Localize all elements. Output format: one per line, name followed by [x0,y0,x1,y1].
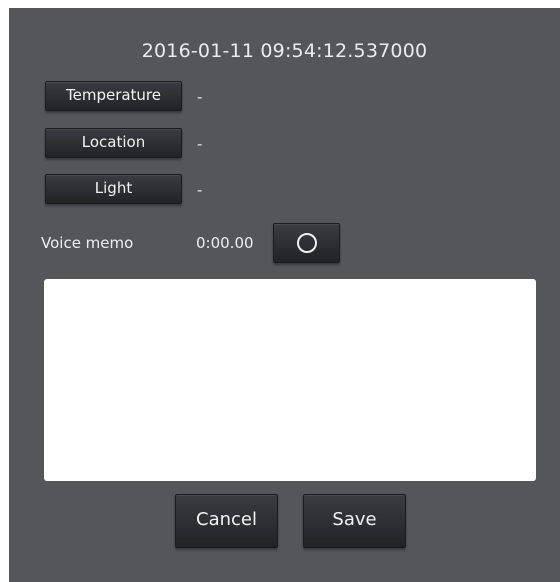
voice-memo-label: Voice memo [41,234,134,252]
light-button[interactable]: Light [45,174,182,204]
timestamp-title: 2016-01-11 09:54:12.537000 [141,40,428,62]
save-button[interactable]: Save [303,494,406,548]
location-value: - [197,135,203,153]
record-button[interactable] [273,223,340,263]
cancel-button[interactable]: Cancel [175,494,278,548]
record-circle-icon [296,233,317,253]
memo-text-area[interactable] [44,279,536,481]
light-value: - [197,181,203,199]
entry-dialog: 2016-01-11 09:54:12.537000 Temperature -… [9,8,560,582]
temperature-value: - [197,88,203,106]
temperature-button[interactable]: Temperature [45,81,182,111]
voice-memo-time: 0:00.00 [196,234,254,252]
location-button[interactable]: Location [45,128,182,158]
